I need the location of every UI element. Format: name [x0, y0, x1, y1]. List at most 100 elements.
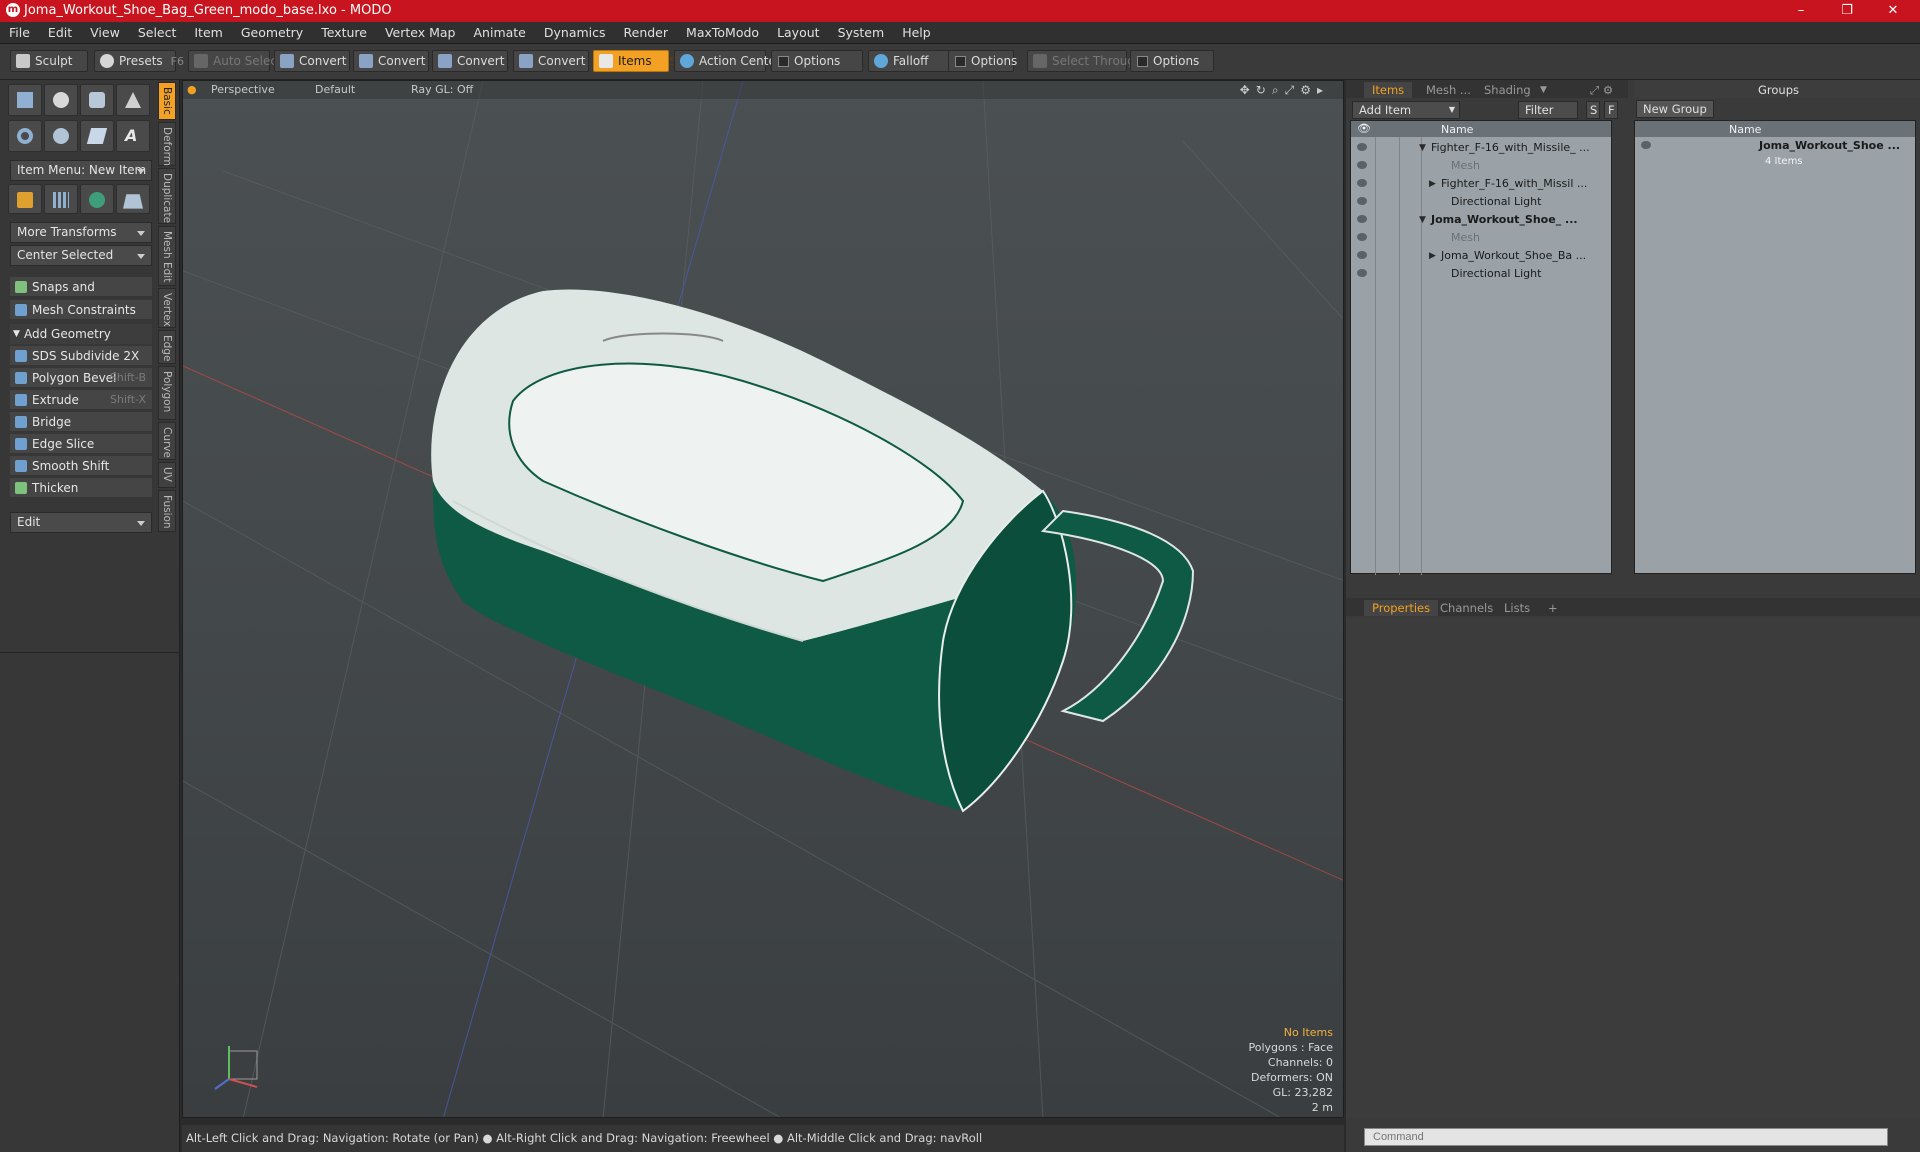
eye-icon[interactable] — [1357, 269, 1367, 277]
eye-icon[interactable] — [1357, 161, 1367, 169]
gear-icon[interactable]: ⚙ — [1300, 83, 1317, 97]
menu-animate[interactable]: Animate — [465, 22, 535, 40]
rotate-icon[interactable]: ↻ — [1256, 83, 1272, 97]
tab-polygon[interactable]: Polygon — [158, 366, 176, 420]
eye-icon[interactable] — [1357, 197, 1367, 205]
convert-vertices-button[interactable]: Convert — [274, 50, 350, 72]
filter-items-button[interactable]: Filter Items — [1518, 101, 1578, 133]
edge-slice-button[interactable]: Edge Slice — [10, 434, 152, 454]
minimize-button[interactable]: – — [1778, 0, 1824, 22]
tab-duplicate[interactable]: Duplicate — [158, 168, 176, 224]
s-toggle-button[interactable]: S — [1586, 101, 1600, 119]
menu-system[interactable]: System — [829, 22, 894, 40]
globe-button[interactable] — [80, 184, 114, 214]
smooth-shift-button[interactable]: Smooth Shift — [10, 456, 152, 476]
convert-polygons-button[interactable]: Convert — [432, 50, 508, 72]
3d-viewport[interactable]: ● Perspective Default Ray GL: Off ✥↻⌕⤢⚙▸… — [182, 80, 1344, 1118]
auto-select-button[interactable]: Auto Select — [188, 50, 282, 72]
convert-edges-button[interactable]: Convert — [353, 50, 429, 72]
expand-arrow-icon[interactable]: ▶ — [1429, 175, 1436, 193]
panel-options-icon[interactable]: ⤢ ⚙ — [1582, 82, 1621, 98]
text-button[interactable]: A — [116, 120, 150, 152]
tab-channels[interactable]: Channels — [1432, 600, 1501, 616]
menu-texture[interactable]: Texture — [312, 22, 376, 40]
snaps-precision-button[interactable]: Snaps and Precision — [10, 277, 152, 314]
center-selected-dropdown[interactable]: Center Selected — [10, 245, 152, 266]
tab-basic[interactable]: Basic — [158, 82, 176, 120]
list-item[interactable]: ▼ Fighter_F-16_with_Missile_ ... — [1351, 139, 1611, 157]
plane-button[interactable] — [116, 184, 150, 214]
add-tab-button[interactable]: + — [1540, 600, 1566, 616]
action-center-button[interactable]: Action Center — [674, 50, 781, 72]
menu-render[interactable]: Render — [615, 22, 678, 40]
eye-icon[interactable] — [1357, 143, 1367, 151]
item-menu-dropdown[interactable]: Item Menu: New Item — [10, 160, 152, 181]
mesh-constraints-button[interactable]: Mesh Constraints — [10, 300, 152, 320]
command-input[interactable] — [1364, 1128, 1888, 1146]
menu-help[interactable]: Help — [893, 22, 940, 40]
tab-overflow-icon[interactable]: ▼ — [1532, 82, 1555, 98]
close-button[interactable]: ✕ — [1870, 0, 1916, 22]
expand-arrow-icon[interactable]: ▸ — [1317, 83, 1329, 97]
cube-button[interactable] — [8, 84, 42, 116]
fit-icon[interactable]: ⤢ — [1285, 83, 1301, 97]
items-mode-button[interactable]: Items5 — [593, 50, 677, 72]
menu-layout[interactable]: Layout — [768, 22, 829, 40]
falloff-button[interactable]: Falloff — [868, 50, 950, 72]
falloff-options-button[interactable]: Options — [948, 50, 1017, 72]
raygl-button[interactable]: Ray GL: Off — [411, 83, 473, 96]
groups-name-column[interactable]: Name — [1729, 123, 1761, 136]
transform-button[interactable] — [8, 184, 42, 214]
collapse-arrow-icon[interactable]: ▼ — [1419, 139, 1426, 157]
tab-properties[interactable]: Properties — [1364, 600, 1439, 616]
cylinder-button[interactable] — [80, 84, 114, 116]
tab-edge[interactable]: Edge — [158, 330, 176, 364]
tab-uv[interactable]: UV — [158, 462, 176, 488]
polygon-bevel-button[interactable]: Polygon Bevel Shift-B — [10, 368, 152, 388]
tab-deform[interactable]: Deform — [158, 122, 176, 166]
zoom-icon[interactable]: ⌕ — [1272, 83, 1285, 97]
menu-select[interactable]: Select — [129, 22, 186, 40]
action-center-options-button[interactable]: Options — [771, 50, 863, 72]
shading-mode-button[interactable]: Default — [315, 83, 355, 96]
list-item[interactable]: ▶ Joma_Workout_Shoe_Ba ... — [1351, 247, 1611, 265]
maximize-button[interactable]: ❐ — [1824, 0, 1870, 22]
select-through-button[interactable]: Select Through — [1027, 50, 1143, 72]
tab-vertex[interactable]: Vertex — [158, 288, 176, 328]
list-item[interactable]: Mesh — [1351, 157, 1611, 175]
list-item[interactable]: ▶ Fighter_F-16_with_Missil ... — [1351, 175, 1611, 193]
expand-arrow-icon[interactable]: ▶ — [1429, 247, 1436, 265]
bridge-button[interactable]: Bridge — [10, 412, 152, 432]
tab-mesh[interactable]: Mesh ... — [1418, 82, 1479, 98]
add-geometry-header[interactable]: ▼ Add Geometry — [10, 324, 152, 344]
list-item[interactable]: Directional Light — [1351, 193, 1611, 211]
menu-view[interactable]: View — [81, 22, 129, 40]
tab-lists[interactable]: Lists — [1496, 600, 1538, 616]
name-column-header[interactable]: Name — [1441, 123, 1473, 136]
edit-dropdown[interactable]: Edit — [10, 512, 152, 533]
tab-fusion[interactable]: Fusion — [158, 490, 176, 532]
viewport-menu-dot[interactable]: ● — [187, 83, 197, 96]
view-type-button[interactable]: Perspective — [211, 83, 275, 96]
capsule-button[interactable] — [44, 120, 78, 152]
more-transforms-dropdown[interactable]: More Transforms — [10, 222, 152, 243]
sphere-button[interactable] — [44, 84, 78, 116]
presets-button[interactable]: Presets F6 — [94, 50, 184, 72]
menu-geometry[interactable]: Geometry — [232, 22, 312, 40]
menu-maxtomodo[interactable]: MaxToModo — [677, 22, 768, 40]
cone-button[interactable] — [116, 84, 150, 116]
add-item-button[interactable]: Add Item ▼ — [1352, 101, 1460, 119]
thicken-button[interactable]: Thicken — [10, 478, 152, 498]
eye-icon[interactable] — [1357, 215, 1367, 223]
menu-file[interactable]: File — [0, 22, 39, 40]
menu-dynamics[interactable]: Dynamics — [535, 22, 615, 40]
tab-items[interactable]: Items — [1364, 82, 1413, 98]
eye-icon[interactable] — [1357, 251, 1367, 259]
menu-vertex-map[interactable]: Vertex Map — [376, 22, 465, 40]
grid-button[interactable] — [44, 184, 78, 214]
menu-item[interactable]: Item — [185, 22, 231, 40]
new-group-button[interactable]: New Group — [1636, 100, 1714, 118]
list-item[interactable]: Mesh — [1351, 229, 1611, 247]
extrude-button[interactable]: Extrude Shift-X — [10, 390, 152, 410]
f-toggle-button[interactable]: F — [1604, 101, 1618, 119]
